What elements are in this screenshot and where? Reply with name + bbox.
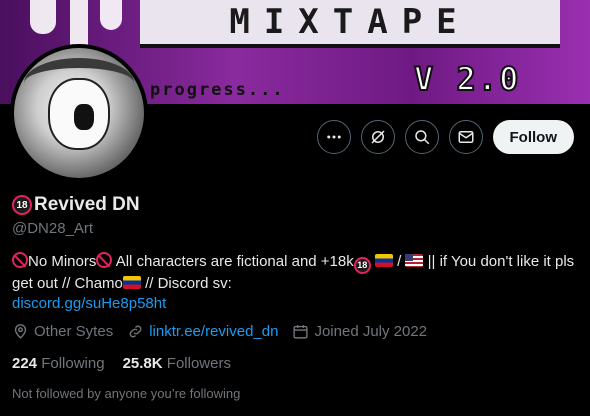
calendar-icon bbox=[293, 325, 309, 339]
following-count[interactable]: 224 Following bbox=[12, 355, 105, 372]
message-button[interactable] bbox=[448, 120, 483, 154]
banner-progress-text: progress... bbox=[150, 80, 285, 100]
search-icon bbox=[414, 130, 429, 145]
age-18-icon: 18 bbox=[12, 195, 32, 215]
search-button[interactable] bbox=[404, 120, 439, 154]
profile-meta: Other Sytes linktr.ee/revived_dn Joined … bbox=[12, 323, 427, 340]
prohibited-icon bbox=[12, 252, 28, 268]
prohibited-icon bbox=[96, 252, 113, 268]
avatar-eye bbox=[74, 104, 94, 130]
follow-button[interactable]: Follow bbox=[492, 120, 574, 154]
followers-number: 25.8K bbox=[122, 355, 163, 372]
location-text: Other Sytes bbox=[34, 323, 114, 340]
age-18-icon: 18 bbox=[353, 256, 371, 274]
display-name: Revived DN bbox=[34, 194, 140, 215]
website-item[interactable]: linktr.ee/revived_dn bbox=[127, 323, 278, 340]
bio-text: All characters are fictional and +18k bbox=[112, 253, 354, 270]
grok-button[interactable] bbox=[360, 120, 395, 154]
following-number: 224 bbox=[12, 355, 38, 372]
follow-counts: 224 Following 25.8K Followers bbox=[12, 355, 231, 372]
more-icon bbox=[326, 135, 341, 139]
bio-text: No Minors bbox=[28, 253, 97, 270]
following-label: Following bbox=[41, 355, 105, 372]
website-link[interactable]: linktr.ee/revived_dn bbox=[149, 323, 278, 340]
mutual-followers-text: Not followed by anyone you’re following bbox=[12, 386, 241, 401]
banner-drip bbox=[30, 0, 56, 34]
location-item: Other Sytes bbox=[12, 323, 113, 340]
venezuela-flag-icon bbox=[374, 254, 393, 267]
envelope-icon bbox=[458, 131, 473, 143]
user-handle: @DN28_Art bbox=[12, 220, 94, 237]
location-pin-icon bbox=[14, 324, 27, 339]
more-button[interactable] bbox=[316, 120, 351, 154]
joined-item: Joined July 2022 bbox=[292, 323, 427, 340]
discord-link[interactable]: discord.gg/suHe8p58ht bbox=[12, 295, 166, 312]
display-name-row: 18 Revived DN bbox=[12, 194, 140, 216]
usa-flag-icon bbox=[405, 254, 424, 267]
venezuela-flag-icon bbox=[122, 275, 141, 289]
followers-label: Followers bbox=[166, 355, 231, 372]
profile-bio: No Minors All characters are fictional a… bbox=[12, 252, 582, 314]
bio-text: / bbox=[392, 253, 406, 270]
followers-count[interactable]: 25.8K Followers bbox=[123, 355, 231, 372]
link-icon bbox=[129, 325, 142, 338]
banner-drip bbox=[100, 0, 122, 30]
joined-text: Joined July 2022 bbox=[314, 323, 428, 340]
banner-title: MIXTAPE bbox=[140, 0, 560, 48]
grok-icon bbox=[370, 130, 385, 144]
bio-text: // Discord sv: bbox=[140, 274, 232, 292]
avatar[interactable] bbox=[10, 44, 148, 182]
banner-version: V 2.0 bbox=[413, 59, 521, 99]
profile-actions: Follow bbox=[316, 120, 574, 154]
